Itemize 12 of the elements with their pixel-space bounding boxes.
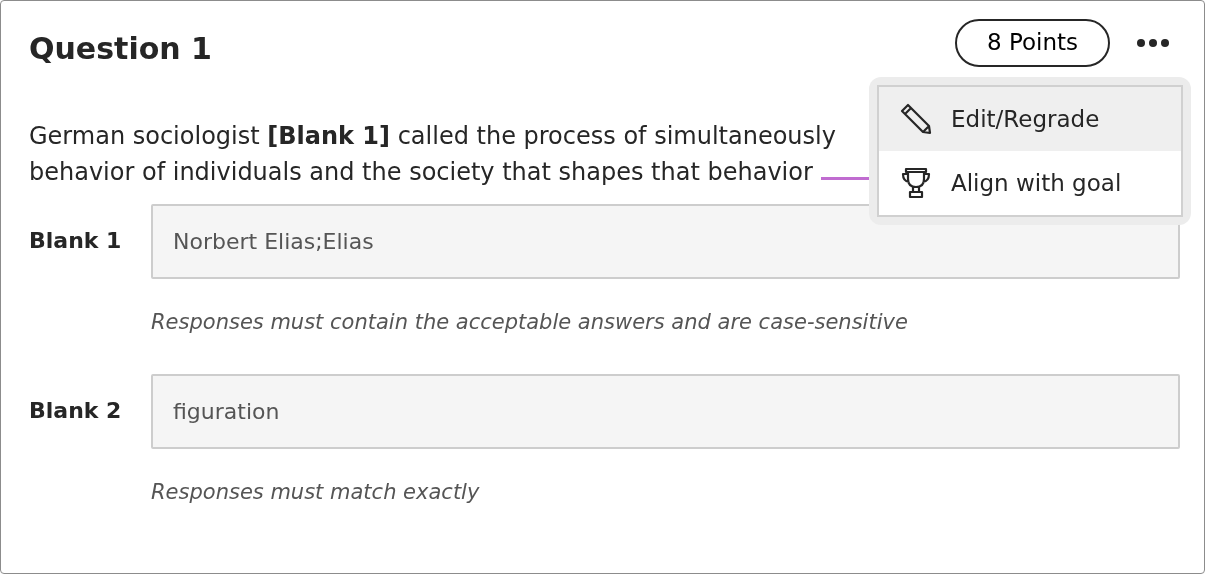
answer-field[interactable]: figuration	[151, 374, 1180, 450]
question-title: Question 1	[29, 31, 212, 67]
points-button[interactable]: 8 Points	[954, 19, 1110, 67]
pencil-icon	[899, 102, 933, 136]
hint-text: Responses must match exactly	[151, 479, 481, 507]
more-options-icon[interactable]	[1136, 38, 1170, 48]
blank-label: Blank 2	[29, 397, 123, 426]
answer-field[interactable]: Norbert Elias;Elias	[151, 203, 1180, 279]
trophy-icon	[899, 166, 933, 200]
hint-text: Responses must contain the acceptable answers and are case-sensitive	[151, 308, 909, 336]
menu-item[interactable]: Edit/Regrade	[879, 87, 1181, 151]
blank-label: Blank 1	[29, 226, 123, 255]
